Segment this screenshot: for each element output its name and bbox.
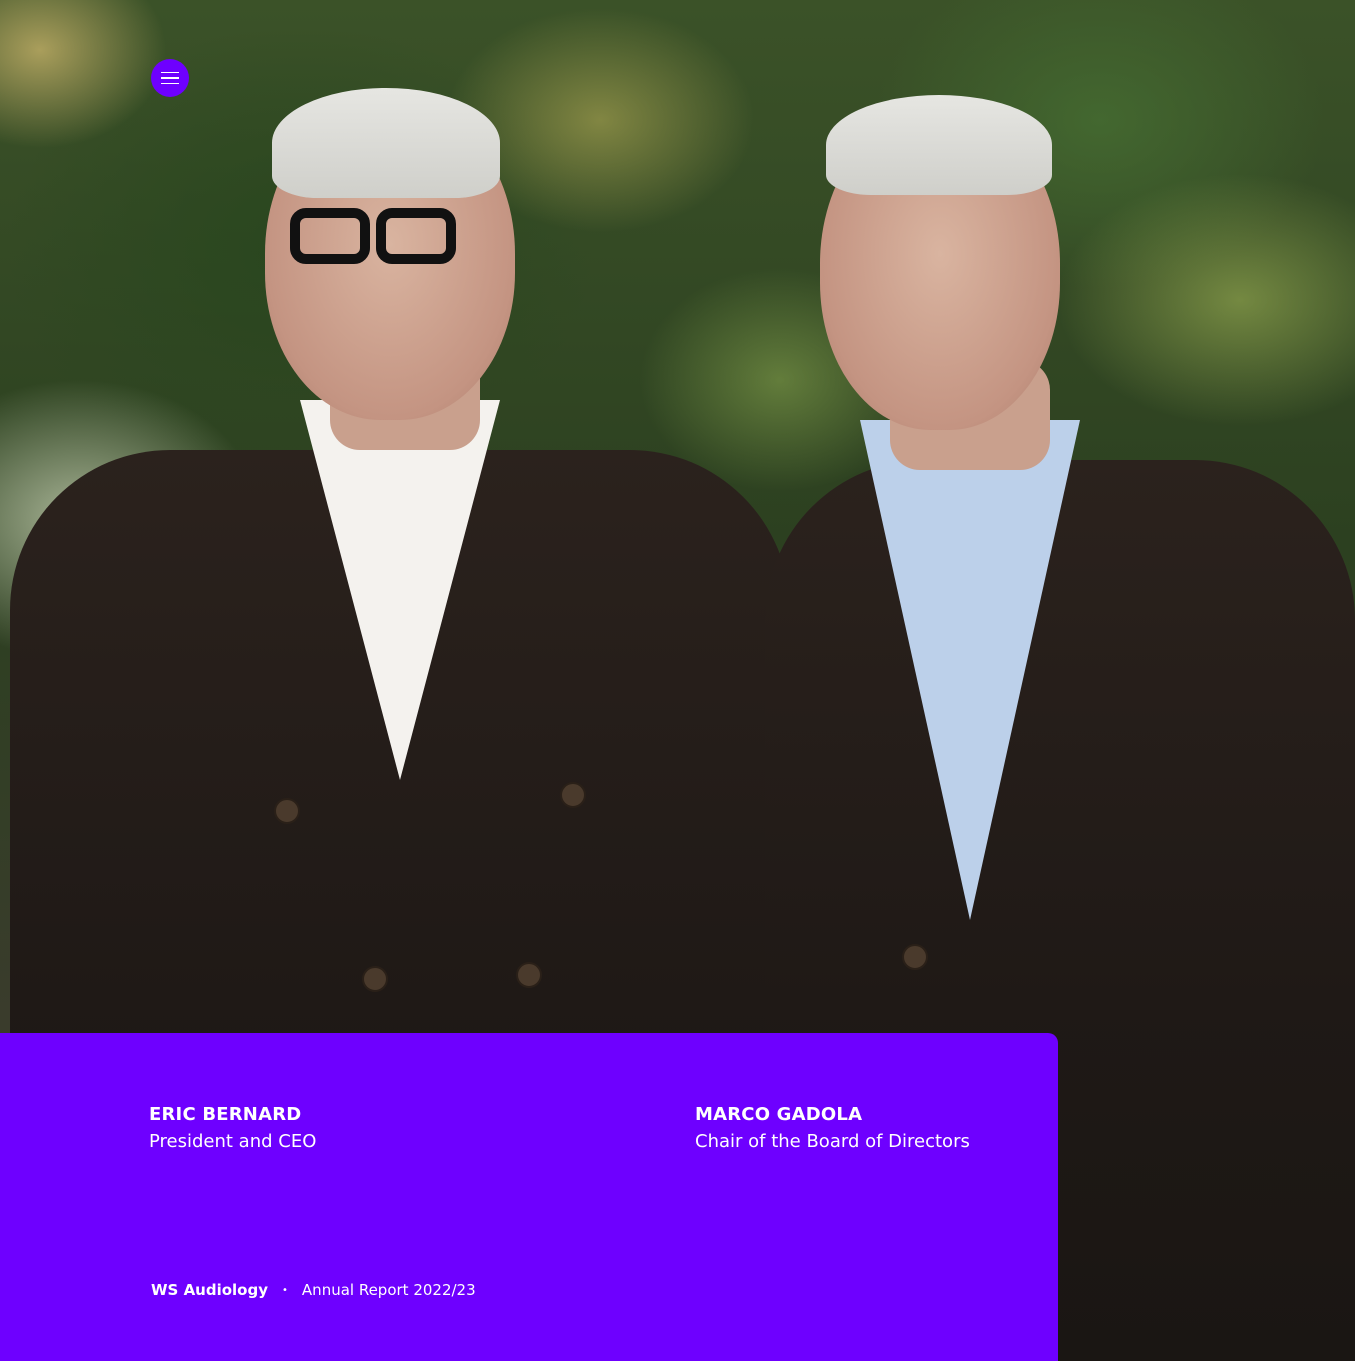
person-card-eric-bernard: ERIC BERNARD President and CEO [149,1103,316,1157]
glasses-icon [290,208,456,264]
hair [272,88,500,198]
jacket-button [274,798,300,824]
hair [826,95,1052,195]
menu-button[interactable] [151,59,189,97]
separator-dot: • [282,1284,288,1296]
person-role: Chair of the Board of Directors [695,1131,970,1152]
person-name: MARCO GADOLA [695,1104,863,1125]
report-footer: WS Audiology • Annual Report 2022/23 [151,1281,476,1299]
jacket-button [560,782,586,808]
info-panel: ERIC BERNARD President and CEO MARCO GAD… [0,1033,1058,1361]
person-role: President and CEO [149,1131,317,1152]
report-title: Annual Report 2022/23 [301,1281,476,1299]
person-name: ERIC BERNARD [149,1104,302,1125]
hamburger-menu-icon [161,71,179,85]
jacket-button [516,962,542,988]
page: ERIC BERNARD President and CEO MARCO GAD… [0,0,1355,1361]
person-card-marco-gadola: MARCO GADOLA Chair of the Board of Direc… [695,1103,970,1157]
jacket-button [902,944,928,970]
brand-name: WS Audiology [151,1281,269,1299]
jacket-button [362,966,388,992]
